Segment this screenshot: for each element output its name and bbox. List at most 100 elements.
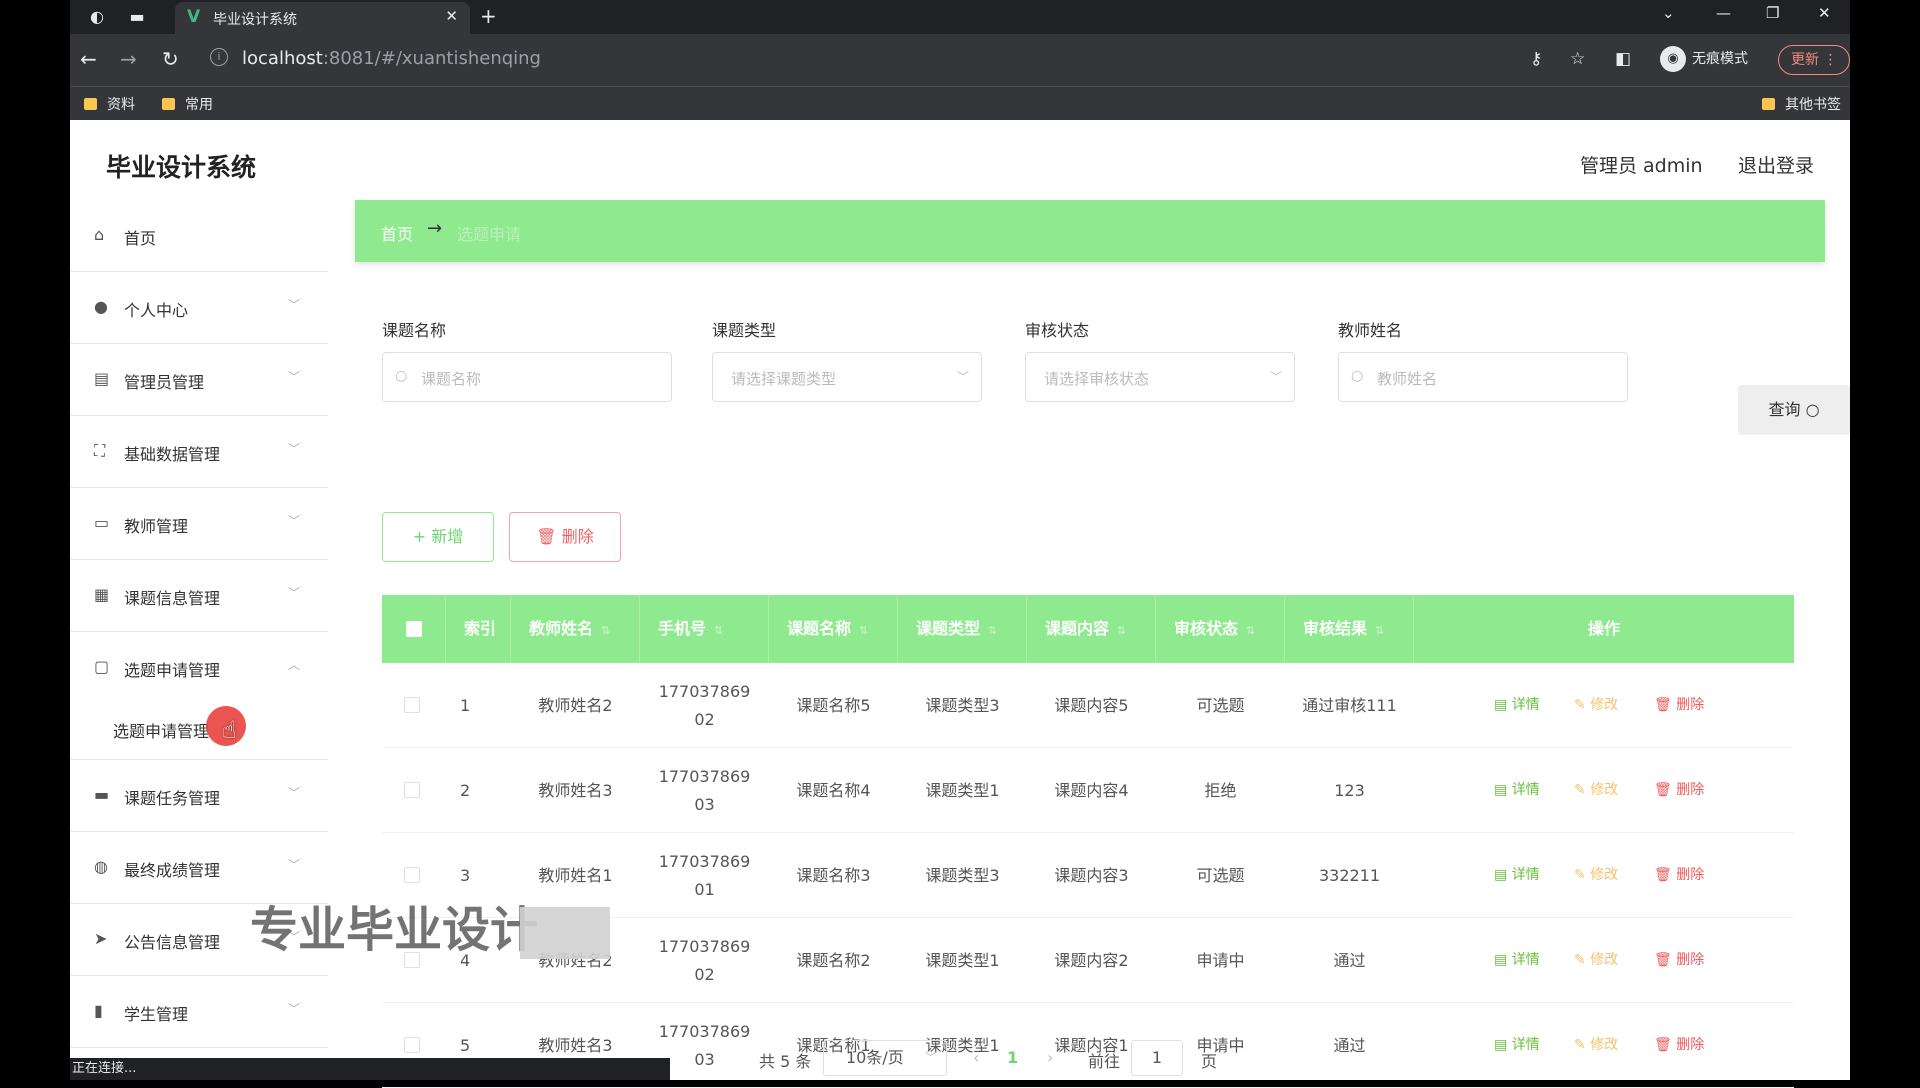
close-tab-icon[interactable]: ✕ (445, 7, 458, 25)
goto-page-value: 1 (1151, 1048, 1163, 1067)
sidebar-item-admin-management[interactable]: ▤ 管理员管理 ﹀ (70, 344, 328, 416)
restore-icon[interactable]: ❐ (1766, 4, 1779, 22)
header-phone[interactable]: 手机号 ⇅ (640, 595, 769, 663)
header-teacher[interactable]: 教师姓名 ⇅ (511, 595, 640, 663)
table-row: 2 教师姓名3 177037869 03 课题名称4 课题类型1 课题内容4 拒绝 123 ▤ 详… (382, 748, 1794, 833)
forward-icon[interactable]: → (120, 47, 137, 71)
delete-button[interactable]: 🗑︎ 删除 (1654, 694, 1704, 714)
detail-button[interactable]: ▤ 详情 (1494, 864, 1540, 884)
pointer-cursor-icon: ☝ (222, 716, 237, 744)
incognito-icon: ◉ (1660, 46, 1686, 72)
browser-menu-icon[interactable]: ◐ (86, 6, 108, 28)
sidebar-subitem-label: 选题申请管理 (113, 722, 210, 741)
topic-type-placeholder: 请选择课题类型 (731, 370, 837, 388)
row-checkbox[interactable] (404, 867, 420, 883)
document-icon: ▤ (1494, 782, 1512, 798)
prev-page-icon[interactable]: ‹ (973, 1048, 979, 1067)
goto-suffix: 页 (1201, 1052, 1218, 1071)
address-bar[interactable]: localhost:8081/#/xuantishenqing (242, 48, 541, 69)
add-button[interactable]: + 新增 (382, 512, 494, 562)
review-status-select[interactable]: 请选择审核状态 ﹀ (1025, 352, 1295, 402)
sort-icon[interactable]: ⇅ (601, 624, 610, 637)
sidepanel-icon[interactable]: ◧ (1615, 49, 1631, 69)
edit-button[interactable]: ✎ 修改 (1574, 779, 1618, 799)
update-button[interactable]: 更新 ⋮ (1778, 45, 1850, 75)
topic-name-input[interactable]: ○ 课题名称 (382, 352, 672, 402)
bookmark-folder-1[interactable]: 资料 (84, 94, 135, 114)
row-checkbox[interactable] (404, 697, 420, 713)
query-button[interactable]: 查询 ○ (1738, 385, 1850, 435)
delete-button[interactable]: 🗑︎ 删除 (1654, 779, 1704, 799)
header-review-result[interactable]: 审核结果 ⇅ (1285, 595, 1414, 663)
sort-icon[interactable]: ⇅ (1117, 624, 1126, 637)
header-topic-type[interactable]: 课题类型 ⇅ (898, 595, 1027, 663)
detail-button[interactable]: ▤ 详情 (1494, 779, 1540, 799)
browser-window: ◐ ▬ V 毕业设计系统 ✕ + ⌄ — ❐ ✕ ← → ↻ i localho… (70, 0, 1850, 1088)
goto-page-input[interactable]: 1 (1131, 1040, 1183, 1076)
query-label: 查询 (1768, 400, 1801, 419)
sort-icon[interactable]: ⇅ (859, 624, 868, 637)
other-bookmarks[interactable]: 其他书签 (1762, 94, 1841, 114)
sort-icon[interactable]: ⇅ (988, 624, 997, 637)
incognito-indicator[interactable]: ◉ 无痕模式 (1660, 46, 1748, 72)
sidebar-item-topic-task[interactable]: ▬ 课题任务管理 ﹀ (70, 760, 328, 832)
detail-button[interactable]: ▤ 详情 (1494, 694, 1540, 714)
sidebar-subitem-topic-application[interactable]: 选题申请管理 (70, 704, 328, 760)
edit-button[interactable]: ✎ 修改 (1574, 949, 1618, 969)
cell-index: 1 (460, 695, 471, 715)
tab-overview-icon[interactable]: ▬ (126, 6, 148, 28)
topic-name-label: 课题名称 (382, 321, 447, 340)
trash-icon: 🗑︎ (536, 527, 557, 546)
star-icon[interactable]: ☆ (1570, 49, 1585, 69)
sort-icon[interactable]: ⇅ (1246, 624, 1255, 637)
sidebar-item-base-data[interactable]: ⛶ 基础数据管理 ﹀ (70, 416, 328, 488)
browser-tab[interactable]: V 毕业设计系统 ✕ (175, 2, 470, 34)
folder-icon (1762, 98, 1775, 110)
page-size-select[interactable]: 10条/页 ﹀ (823, 1040, 947, 1076)
reload-icon[interactable]: ↻ (162, 47, 179, 71)
cell-type: 课题类型1 (925, 950, 1000, 970)
sidebar-item-personal-center[interactable]: ● 个人中心 ﹀ (70, 272, 328, 344)
app-page: 毕业设计系统 管理员 admin 退出登录 ⌂ 首页 ● 个人中心 ﹀ ▤ 管理… (70, 120, 1850, 1088)
minimize-icon[interactable]: — (1716, 4, 1731, 22)
tab-search-icon[interactable]: ⌄ (1662, 4, 1675, 22)
info-icon[interactable]: i (210, 48, 228, 66)
header-topic-name[interactable]: 课题名称 ⇅ (769, 595, 898, 663)
teacher-name-input[interactable]: ○ 教师姓名 (1338, 352, 1628, 402)
operation-label: 修改 (1590, 782, 1619, 798)
sort-icon[interactable]: ⇅ (714, 624, 723, 637)
operation-label: 修改 (1590, 867, 1619, 883)
sidebar-item-topic-info[interactable]: ▦ 课题信息管理 ﹀ (70, 560, 328, 632)
new-tab-button[interactable]: + (480, 4, 497, 28)
back-icon[interactable]: ← (80, 47, 97, 71)
document-icon: ▤ (1494, 952, 1512, 968)
breadcrumb: 首页 → 选题申请 (355, 200, 1825, 262)
batch-delete-button[interactable]: 🗑︎ 删除 (509, 512, 621, 562)
sidebar-item-teacher-management[interactable]: ▭ 教师管理 ﹀ (70, 488, 328, 560)
delete-button[interactable]: 🗑︎ 删除 (1654, 864, 1704, 884)
topic-type-select[interactable]: 请选择课题类型 ﹀ (712, 352, 982, 402)
key-icon[interactable]: ⚷ (1530, 49, 1542, 69)
teacher-name-label: 教师姓名 (1338, 321, 1403, 340)
select-all-cell (382, 595, 446, 663)
delete-button[interactable]: 🗑︎ 删除 (1654, 949, 1704, 969)
header-review-status[interactable]: 审核状态 ⇅ (1156, 595, 1285, 663)
logout-link[interactable]: 退出登录 (1738, 151, 1814, 178)
edit-button[interactable]: ✎ 修改 (1574, 864, 1618, 884)
phone-part: 177037869 (658, 851, 751, 871)
select-all-checkbox[interactable] (406, 621, 422, 637)
sidebar-item-student-management[interactable]: ▮ 学生管理 ﹀ (70, 976, 328, 1048)
detail-button[interactable]: ▤ 详情 (1494, 949, 1540, 969)
page-number[interactable]: 1 (1007, 1048, 1018, 1067)
edit-button[interactable]: ✎ 修改 (1574, 694, 1618, 714)
close-window-icon[interactable]: ✕ (1818, 4, 1831, 22)
edit-icon: ✎ (1574, 867, 1591, 883)
next-page-icon[interactable]: › (1047, 1048, 1053, 1067)
sidebar-item-topic-application[interactable]: ▢ 选题申请管理 ︿ (70, 632, 328, 704)
sidebar-item-home[interactable]: ⌂ 首页 (70, 200, 328, 272)
breadcrumb-home[interactable]: 首页 (381, 221, 413, 245)
header-topic-content[interactable]: 课题内容 ⇅ (1027, 595, 1156, 663)
row-checkbox[interactable] (404, 782, 420, 798)
bookmark-folder-2[interactable]: 常用 (162, 94, 213, 114)
sort-icon[interactable]: ⇅ (1375, 624, 1384, 637)
